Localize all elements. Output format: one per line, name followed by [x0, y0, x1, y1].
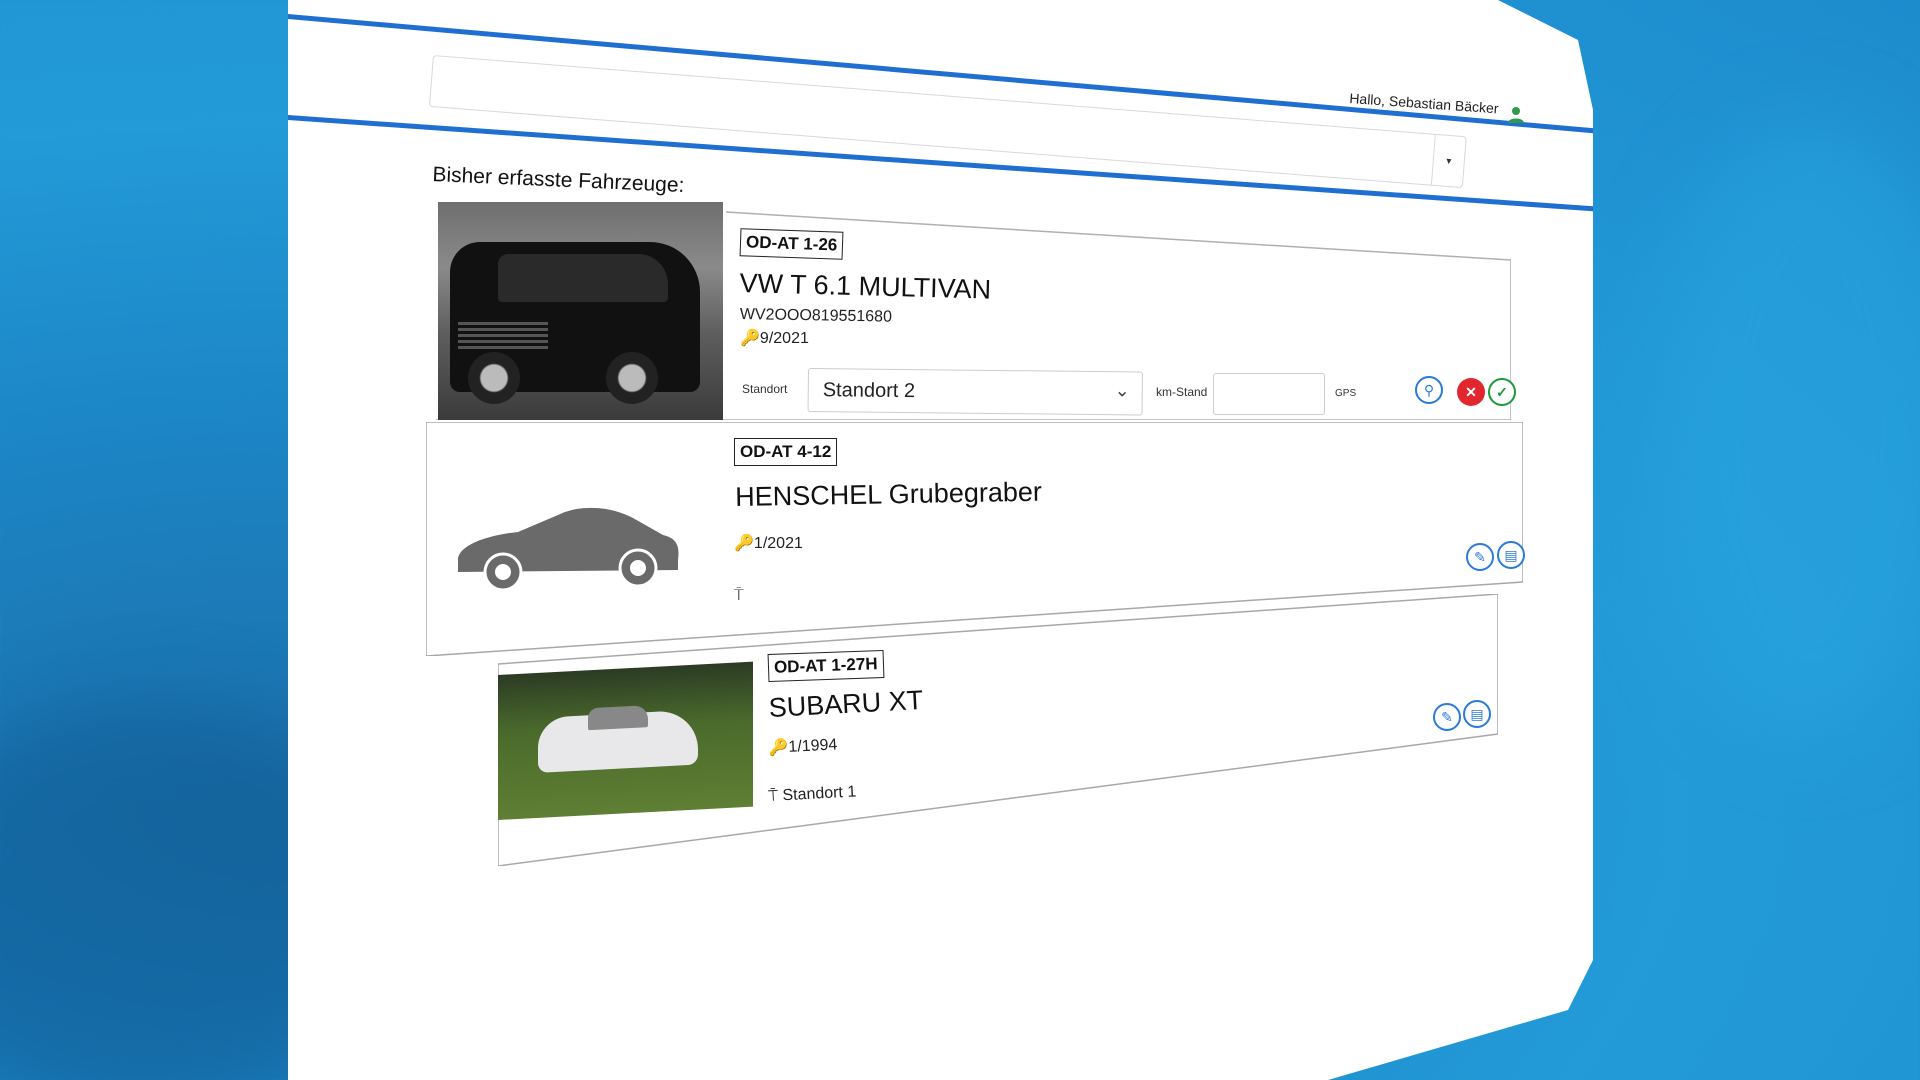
- background-blob: [1650, 120, 1920, 740]
- chevron-down-icon: ⌄: [1114, 380, 1130, 401]
- vehicle-photo: [498, 661, 753, 820]
- document-button[interactable]: ▤: [1463, 700, 1491, 728]
- car-placeholder-image: [458, 507, 679, 592]
- vehicle-date-row: 🔑9/2021: [740, 328, 809, 348]
- license-plate: OD-AT 4-12: [734, 438, 838, 466]
- km-label: km-Stand: [1156, 385, 1208, 399]
- check-icon: ✓: [1496, 383, 1508, 400]
- pencil-icon: ✎: [1474, 548, 1486, 565]
- vehicle-date-row: 🔑1/2021: [734, 533, 803, 553]
- gps-label: GPS: [1335, 388, 1357, 399]
- standort-select-value: Standort 2: [822, 379, 916, 403]
- t-pin-icon: ⍑: [768, 787, 779, 805]
- key-icon: 🔑: [734, 535, 754, 552]
- key-icon: 🔑: [740, 330, 760, 347]
- vehicle-date: 1/1994: [787, 736, 838, 756]
- vehicle-vin: WV2OOO819551680: [739, 306, 893, 326]
- vehicle-date-row: 🔑1/1994: [768, 734, 838, 758]
- vehicle-date: 1/2021: [753, 535, 803, 552]
- license-plate: OD-AT 1-27H: [767, 649, 885, 683]
- location-pin-icon: ⚲: [1423, 381, 1435, 398]
- edit-button[interactable]: ✎: [1466, 543, 1494, 571]
- document-icon: ▤: [1470, 705, 1484, 722]
- document-icon: ▤: [1504, 546, 1518, 563]
- license-plate: OD-AT 1-26: [739, 228, 844, 260]
- key-icon: 🔑: [768, 738, 789, 757]
- pencil-icon: ✎: [1441, 708, 1453, 725]
- vehicle-photo: [438, 202, 723, 420]
- km-input[interactable]: [1213, 373, 1325, 415]
- vehicle-date: 9/2021: [759, 330, 809, 347]
- vehicle-name: VW T 6.1 MULTIVAN: [739, 268, 992, 305]
- vehicle-location: Standort 1: [782, 783, 857, 805]
- standort-select[interactable]: Standort 2 ⌄: [807, 368, 1143, 416]
- edit-button[interactable]: ✎: [1433, 703, 1461, 731]
- document-button[interactable]: ▤: [1497, 541, 1525, 569]
- vehicle-name: HENSCHEL Grubegraber: [735, 476, 1043, 512]
- confirm-button[interactable]: ✓: [1488, 378, 1516, 406]
- gps-button[interactable]: ⚲: [1415, 376, 1443, 404]
- cancel-button[interactable]: ✕: [1457, 378, 1485, 406]
- standort-label: Standort: [742, 382, 788, 396]
- page-title: Bisher erfasste Fahrzeuge:: [431, 163, 685, 197]
- close-icon: ✕: [1465, 383, 1477, 400]
- app-window: ▾ Hallo, Sebastian Bäcker Bisher erfasst…: [288, 0, 1593, 1080]
